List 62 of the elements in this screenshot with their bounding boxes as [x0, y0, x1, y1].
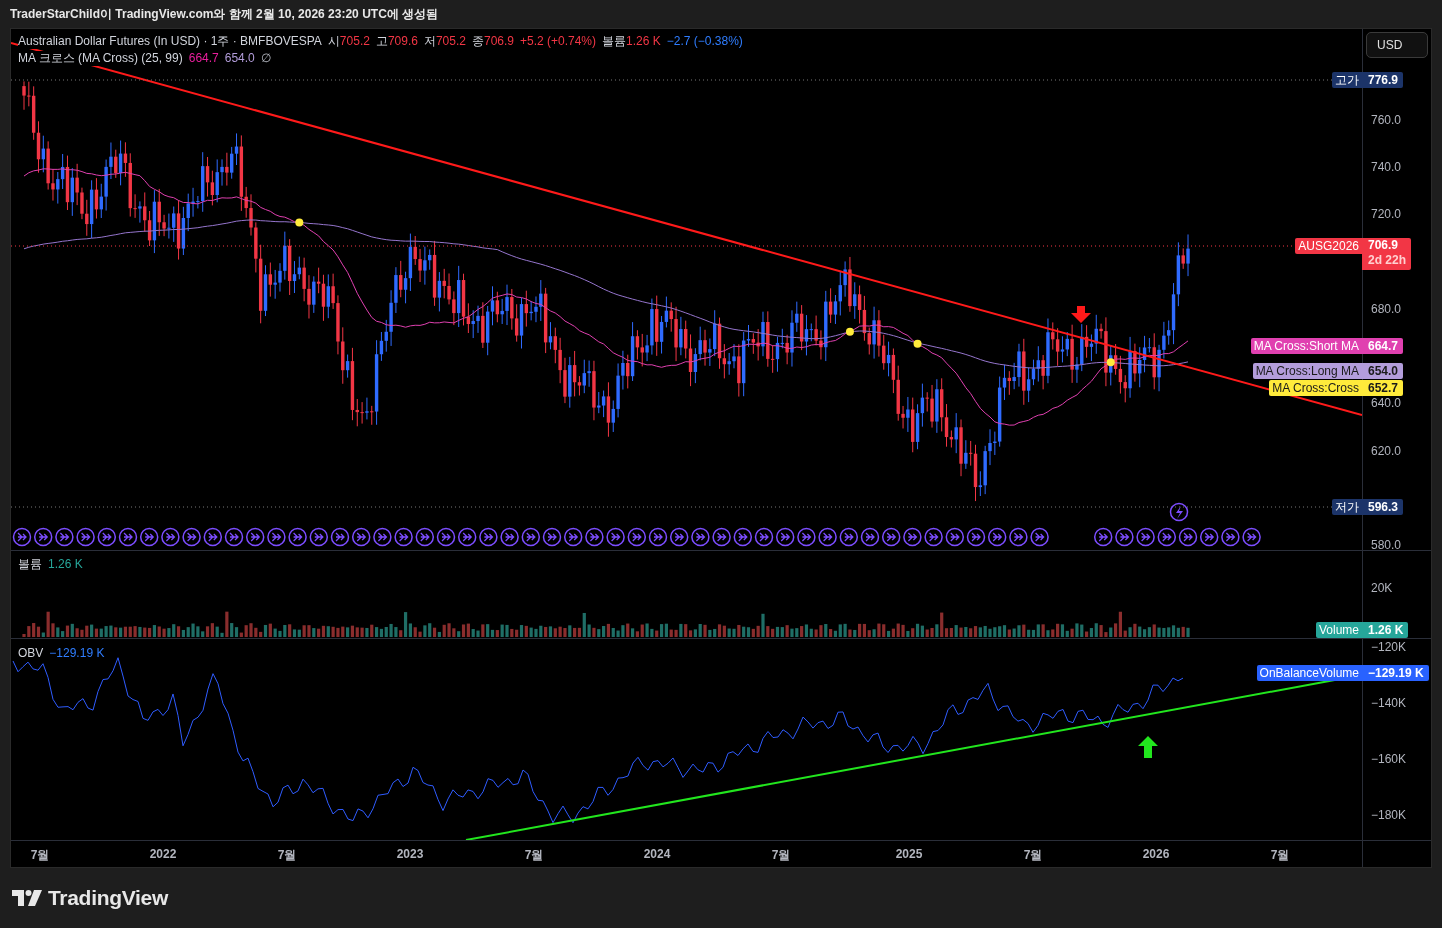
cross-marker: [845, 327, 854, 336]
time-label: 2025: [895, 847, 923, 861]
logo-text: TradingView: [48, 886, 168, 910]
axis-label: 20K: [1371, 581, 1393, 595]
logo-icon: [12, 889, 42, 907]
time-label: 2023: [396, 847, 424, 861]
volume-label: 볼륨: [602, 34, 627, 49]
ohlc-label: 저: [423, 34, 436, 49]
time-label: 7월: [1270, 847, 1290, 864]
axis-label: −140K: [1371, 696, 1407, 710]
axis-label: 640.0: [1371, 396, 1402, 410]
axis-label: 680.0: [1371, 302, 1402, 316]
time-label: 2026: [1142, 847, 1170, 861]
axis-label: 740.0: [1371, 160, 1402, 174]
ohlc-label: 종: [471, 34, 484, 49]
currency-button[interactable]: USD: [1366, 32, 1428, 58]
axis-label: −120K: [1371, 640, 1407, 654]
price-tag-label: AUSG2026: [1295, 238, 1362, 254]
price-tag-value: 654.0: [1362, 363, 1404, 379]
axis-label: −180K: [1371, 808, 1407, 822]
price-tag-label: MA Cross:Short MA: [1250, 338, 1362, 354]
up-arrow-icon: [1138, 736, 1158, 758]
price-tag-label: MA Cross:Long MA: [1252, 363, 1362, 379]
price-tag-value: 664.7: [1362, 338, 1404, 354]
time-label: 2024: [643, 847, 671, 861]
axis-label: 760.0: [1371, 113, 1402, 127]
price-tag-label: MA Cross:Cross: [1269, 380, 1362, 396]
price-tag-label: 저가: [1332, 499, 1362, 515]
volume-label: 볼륨: [18, 557, 42, 572]
indicator-status: ∅: [260, 51, 271, 66]
price-tag-label: 고가: [1332, 72, 1362, 88]
time-label: 7월: [30, 847, 50, 864]
countdown-text: 2d 22h: [1368, 253, 1406, 268]
price-change: +5.2 (+0.74%): [520, 34, 597, 49]
price-tag-value: 776.9: [1362, 72, 1404, 88]
time-label: 7월: [771, 847, 791, 864]
price-value: 706.9: [1368, 238, 1400, 253]
price-tag-value: 596.3: [1362, 499, 1404, 515]
obv-tag-value: −129.19 K: [1362, 665, 1429, 681]
volume-tag-label: Volume: [1315, 622, 1362, 638]
time-label: 7월: [277, 847, 297, 864]
obv-tag-label: OnBalanceVolume: [1256, 665, 1362, 681]
axis-label: 580.0: [1371, 538, 1402, 552]
cross-marker: [295, 218, 304, 227]
price-tag-value: 652.7: [1362, 380, 1404, 396]
header-caption: TraderStarChild이 TradingView.com와 함께 2월 10, 2026 23:20 UTC에 생성됨: [10, 5, 439, 23]
time-label: 7월: [1023, 847, 1043, 864]
time-label: 7월: [524, 847, 544, 864]
symbol-title: Australian Dollar Futures (In USD) · 1주 · BMFBOVESPA: [18, 34, 322, 49]
indicator-name: MA 크로스 (MA Cross) (25, 99): [18, 51, 183, 66]
ohlc-label: 고: [375, 34, 388, 49]
lightning-icon: [1169, 502, 1189, 522]
axis-label: 720.0: [1371, 207, 1402, 221]
axis-label: 620.0: [1371, 444, 1402, 458]
cross-marker: [913, 339, 922, 348]
cross-marker: [1106, 358, 1115, 367]
ohlc-label: 시: [327, 34, 340, 49]
volume-change: −2.7 (−0.38%): [666, 34, 743, 49]
axis-label: −160K: [1371, 752, 1407, 766]
volume-tag-value: 1.26 K: [1362, 622, 1409, 638]
time-label: 2022: [149, 847, 177, 861]
down-arrow-icon: [1071, 306, 1091, 323]
